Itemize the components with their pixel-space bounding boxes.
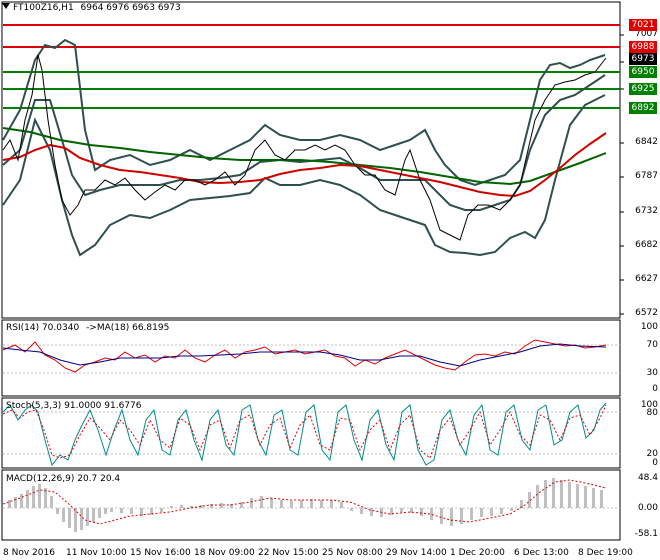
support-tag-3: 6892 xyxy=(629,102,657,114)
chart-menu-marker[interactable] xyxy=(2,3,10,9)
rsi-axis-70: 70 xyxy=(646,340,658,350)
price-axis-label: 6572 xyxy=(635,308,658,318)
time-axis-label: 29 Nov 14:00 xyxy=(386,548,447,558)
price-axis-ticks xyxy=(620,34,624,315)
macd-axis-zero: 0.00 xyxy=(637,503,658,513)
chart-header: FT100Z16,H1 6964 6976 6963 6973 xyxy=(13,3,181,13)
time-axis-label: 15 Nov 16:00 xyxy=(130,548,191,558)
price-line xyxy=(2,54,607,241)
time-axis-label: 11 Nov 10:00 xyxy=(66,548,127,558)
time-axis-label: 22 Nov 15:00 xyxy=(258,548,319,558)
bollinger-lower xyxy=(2,94,606,257)
price-axis-label: 6787 xyxy=(635,171,658,181)
ohlc-values: 6964 6976 6963 6973 xyxy=(80,3,181,13)
stoch-axis-0: 0 xyxy=(652,458,658,468)
stoch-label: Stoch(5,3,3) 91.0000 91.6776 xyxy=(6,401,142,411)
rsi-ma-value: ->MA(18) 66.8195 xyxy=(86,323,170,333)
time-axis-label: 8 Nov 2016 xyxy=(3,548,55,558)
macd-histogram xyxy=(8,478,603,532)
current-price-tag: 6973 xyxy=(629,53,657,65)
price-axis-label: 6842 xyxy=(635,137,658,147)
rsi-axis-30: 30 xyxy=(646,368,658,378)
price-axis-label: 6732 xyxy=(635,206,658,216)
time-axis-label: 6 Dec 13:00 xyxy=(514,548,569,558)
price-axis-label: 6682 xyxy=(635,240,658,250)
price-axis-label: 6627 xyxy=(635,274,658,284)
resistance-tag-2: 6988 xyxy=(629,41,657,53)
symbol-label: FT100Z16,H1 xyxy=(13,3,74,13)
rsi-value: RSI(14) 70.0340 xyxy=(6,323,80,333)
macd-axis-bottom: -58.1 xyxy=(634,529,658,539)
support-tag-1: 6950 xyxy=(629,66,657,78)
rsi-axis-100: 100 xyxy=(640,322,658,332)
macd-axis-top: 48.4 xyxy=(637,473,658,483)
stoch-axis-80: 80 xyxy=(646,408,658,418)
resistance-tag-1: 7021 xyxy=(629,19,657,31)
time-axis-label: 1 Dec 20:00 xyxy=(450,548,505,558)
macd-label: MACD(12,26,9) 20.7 20.4 xyxy=(6,474,121,484)
rsi-axis-0: 0 xyxy=(652,384,658,394)
ma-slow-line xyxy=(2,127,607,186)
support-tag-2: 6925 xyxy=(629,83,657,95)
time-axis-label: 18 Nov 09:00 xyxy=(194,548,255,558)
rsi-ma-line xyxy=(2,343,607,367)
rsi-label: RSI(14) 70.0340 ->MA(18) 66.8195 xyxy=(6,323,169,333)
time-axis-label: 25 Nov 08:00 xyxy=(322,548,383,558)
time-axis-label: 8 Dec 19:00 xyxy=(578,548,633,558)
